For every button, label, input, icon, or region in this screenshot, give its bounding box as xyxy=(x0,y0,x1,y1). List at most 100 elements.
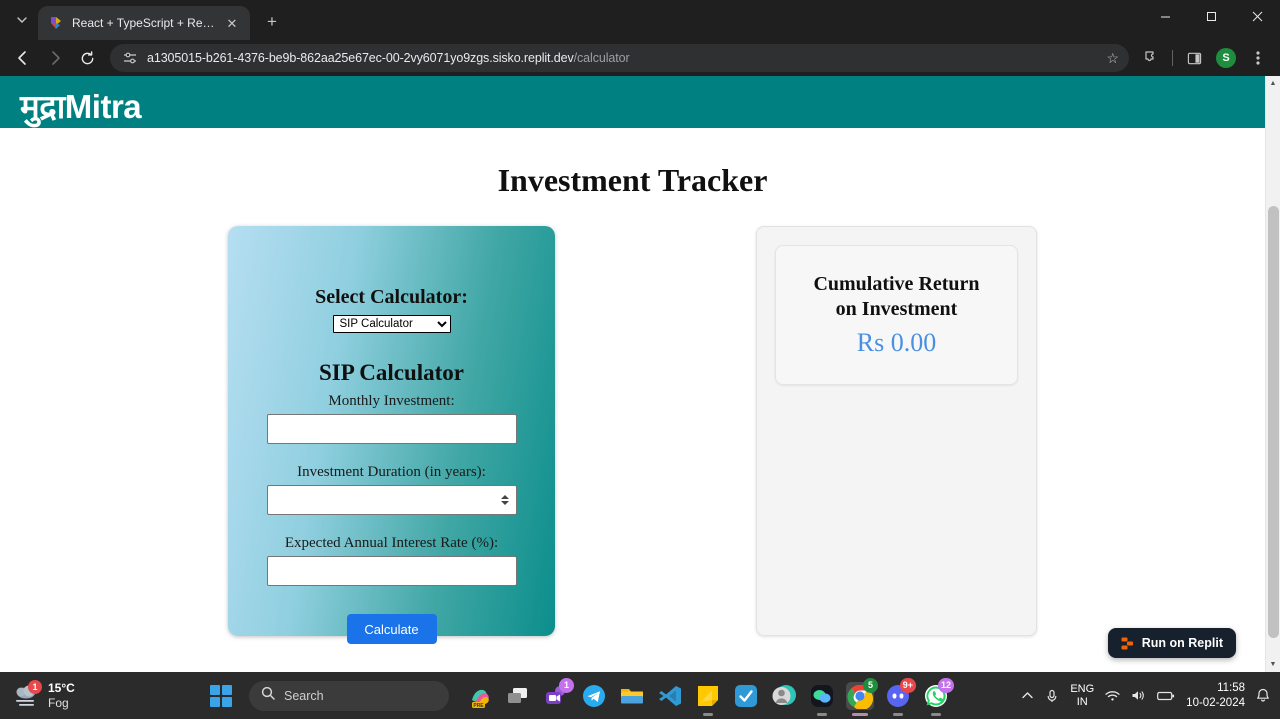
browser-window: React + TypeScript + Replit ✕ + a1305015… xyxy=(0,0,1280,672)
weather-text: 15°C Fog xyxy=(48,681,75,711)
todo-icon[interactable] xyxy=(732,682,760,710)
running-indicator xyxy=(893,712,903,716)
calculator-type-select[interactable]: SIP Calculator xyxy=(332,315,451,333)
chrome-badge: 5 xyxy=(863,677,878,693)
windows-start-icon[interactable] xyxy=(210,684,232,707)
forward-arrow-icon xyxy=(40,43,70,73)
calculator-card: Select Calculator: SIP Calculator SIP Ca… xyxy=(228,226,555,644)
copilot-pre-icon[interactable]: PRE xyxy=(466,682,494,710)
bell-icon[interactable] xyxy=(1256,688,1270,703)
weather-condition: Fog xyxy=(48,695,69,710)
interest-rate-input[interactable] xyxy=(266,556,517,586)
language-indicator[interactable]: ENG IN xyxy=(1070,683,1094,708)
discord-badge: 9+ xyxy=(899,677,916,693)
maximize-icon[interactable] xyxy=(1188,0,1234,32)
result-title-line2: on Investment xyxy=(835,298,958,320)
three-dot-menu-icon[interactable] xyxy=(1244,44,1272,72)
address-bar[interactable]: a1305015-b261-4376-be9b-862aa25e67ec-00-… xyxy=(110,44,1129,72)
calculate-button[interactable]: Calculate xyxy=(346,614,437,644)
tab-search-button[interactable] xyxy=(8,6,36,34)
show-hidden-icons-icon[interactable] xyxy=(1021,689,1034,702)
region-code: IN xyxy=(1076,695,1088,708)
scrollbar-thumb[interactable] xyxy=(1268,206,1279,638)
address-bar-text: a1305015-b261-4376-be9b-862aa25e67ec-00-… xyxy=(147,51,630,65)
taskbar-search[interactable]: Search xyxy=(249,680,449,711)
page-scrollbar[interactable]: ▲ ▼ xyxy=(1265,76,1280,672)
run-on-replit-label: Run on Replit xyxy=(1141,636,1223,650)
scroll-up-arrow-icon[interactable]: ▲ xyxy=(1266,76,1280,91)
star-icon[interactable]: ☆ xyxy=(1106,50,1123,67)
result-value: Rs 0.00 xyxy=(856,328,937,357)
browser-tab[interactable]: React + TypeScript + Replit ✕ xyxy=(38,6,250,40)
cards-row: Select Calculator: SIP Calculator SIP Ca… xyxy=(0,226,1265,644)
puzzle-icon[interactable] xyxy=(1137,44,1165,72)
wifi-icon[interactable] xyxy=(1105,689,1120,702)
chrome-icon[interactable]: 5 xyxy=(846,677,878,716)
weather-temperature: 15°C xyxy=(48,680,75,695)
wechat-icon[interactable] xyxy=(808,682,836,716)
teams-icon[interactable]: 1 xyxy=(542,677,574,710)
fog-cloud-icon: 1 xyxy=(12,679,42,709)
url-host: a1305015-b261-4376-be9b-862aa25e67ec-00-… xyxy=(147,51,574,65)
file-explorer-icon[interactable] xyxy=(618,682,646,710)
vscode-icon[interactable] xyxy=(656,682,684,710)
search-icon xyxy=(261,686,275,705)
interest-rate-label: Expected Annual Interest Rate (%): xyxy=(284,535,499,551)
sticky-notes-icon[interactable] xyxy=(694,682,722,716)
replit-logo-icon xyxy=(1121,637,1134,650)
window-controls xyxy=(1142,0,1280,40)
new-tab-button[interactable]: + xyxy=(258,8,286,36)
system-tray: ENG IN 11:58 10-02-2024 xyxy=(1021,681,1280,711)
run-on-replit-button[interactable]: Run on Replit xyxy=(1107,628,1236,658)
monthly-investment-label: Monthly Investment: xyxy=(328,393,455,409)
contacts-icon[interactable] xyxy=(770,682,798,710)
language-code: ENG xyxy=(1070,682,1095,695)
tab-strip: React + TypeScript + Replit ✕ + xyxy=(0,0,1280,40)
scroll-down-arrow-icon[interactable]: ▼ xyxy=(1266,657,1280,672)
whatsapp-icon[interactable]: 12 xyxy=(922,677,954,716)
duration-input[interactable] xyxy=(266,485,517,515)
site-logo[interactable]: मुद्राMitra xyxy=(20,89,142,122)
url-path: /calculator xyxy=(573,51,630,65)
site-settings-icon[interactable] xyxy=(122,50,138,66)
microphone-icon[interactable] xyxy=(1045,689,1059,703)
site-header: मुद्राMitra xyxy=(0,76,1265,128)
taskbar-center: Search PRE 1 5 9+ 12 xyxy=(210,677,954,716)
volume-icon[interactable] xyxy=(1131,689,1146,702)
duration-input-wrap xyxy=(266,485,517,515)
close-icon[interactable]: ✕ xyxy=(224,17,240,30)
duration-label: Investment Duration (in years): xyxy=(297,464,486,480)
task-view-icon[interactable] xyxy=(504,682,532,710)
back-arrow-icon[interactable] xyxy=(8,43,38,73)
taskbar-app-list: PRE 1 5 9+ 12 xyxy=(466,677,954,716)
result-title: Cumulative Return on Investment xyxy=(813,272,979,322)
taskbar-clock[interactable]: 11:58 10-02-2024 xyxy=(1186,681,1245,711)
page-title: Investment Tracker xyxy=(497,162,768,198)
close-icon[interactable] xyxy=(1234,0,1280,32)
tab-title: React + TypeScript + Replit xyxy=(72,16,216,30)
profile-avatar[interactable]: S xyxy=(1216,48,1236,68)
discord-icon[interactable]: 9+ xyxy=(884,677,916,716)
toolbar-divider xyxy=(1172,50,1173,66)
teams-badge: 1 xyxy=(559,677,574,693)
result-card: Cumulative Return on Investment Rs 0.00 xyxy=(756,226,1037,636)
side-panel-icon[interactable] xyxy=(1180,44,1208,72)
reload-icon[interactable] xyxy=(72,43,102,73)
calculator-heading: SIP Calculator xyxy=(318,360,465,385)
page-viewport: मुद्राMitra Investment Tracker Select Ca… xyxy=(0,76,1280,672)
select-calculator-label: Select Calculator: xyxy=(315,286,468,308)
clock-time: 11:58 xyxy=(1217,681,1245,694)
telegram-icon[interactable] xyxy=(580,682,608,710)
browser-toolbar: a1305015-b261-4376-be9b-862aa25e67ec-00-… xyxy=(0,40,1280,76)
battery-icon[interactable] xyxy=(1157,690,1175,702)
whatsapp-badge: 12 xyxy=(937,677,954,693)
minimize-icon[interactable] xyxy=(1142,0,1188,32)
running-indicator xyxy=(703,712,713,716)
running-indicator xyxy=(817,712,827,716)
windows-taskbar: 1 15°C Fog Search PRE 1 5 9+ 12 ENG IN 1… xyxy=(0,672,1280,719)
weather-widget[interactable]: 1 15°C Fog xyxy=(0,679,200,711)
running-indicator xyxy=(931,712,941,716)
monthly-investment-input[interactable] xyxy=(266,414,517,444)
weather-badge: 1 xyxy=(28,679,42,694)
result-title-line1: Cumulative Return xyxy=(813,273,980,295)
